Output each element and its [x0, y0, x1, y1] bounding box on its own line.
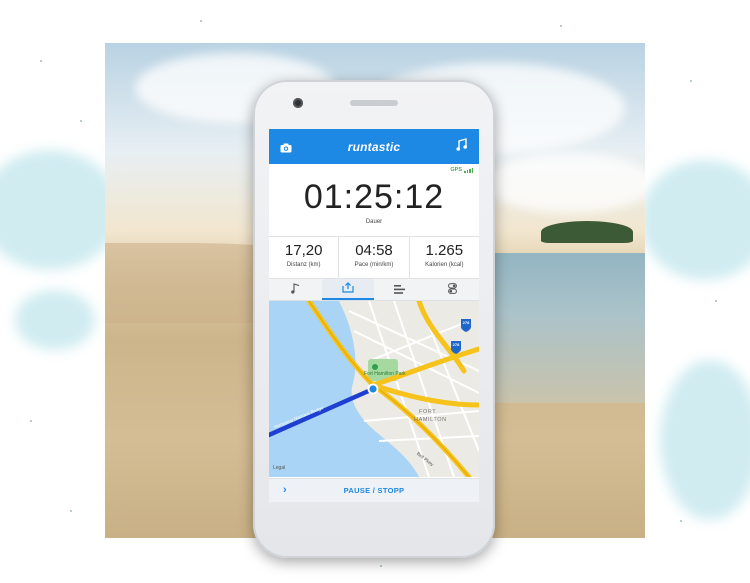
speck: [680, 520, 682, 522]
bars-list-icon: [394, 281, 406, 299]
earpiece-speaker: [350, 100, 398, 106]
park-label: Fort Hamilton Park: [364, 371, 406, 377]
toggle-settings-icon: [448, 281, 458, 299]
map-legal-link[interactable]: Legal: [273, 465, 285, 471]
cloud: [485, 153, 645, 213]
stat-value: 1.265: [425, 242, 464, 259]
watercolor-splash: [15, 290, 95, 350]
gps-label: GPS: [450, 167, 462, 173]
tab-music[interactable]: [269, 279, 322, 300]
speck: [715, 300, 717, 302]
shield-number: 278: [452, 342, 460, 347]
map-share-icon: [342, 280, 354, 298]
map-canvas: [269, 301, 479, 477]
tab-bar: [269, 279, 479, 301]
duration-value: 01:25:12: [303, 178, 445, 216]
duration-panel: 01:25:12 Dauer: [269, 164, 479, 237]
watercolor-splash: [640, 160, 750, 280]
stat-value: 04:58: [355, 242, 393, 259]
app-title: runtastic: [347, 139, 401, 154]
speck: [40, 60, 42, 62]
stat-value: 17,20: [284, 242, 323, 259]
speck: [200, 20, 202, 22]
front-camera: [293, 98, 303, 108]
music-note-icon: [290, 281, 300, 299]
tab-settings[interactable]: [427, 279, 480, 300]
camera-icon[interactable]: [280, 140, 292, 158]
signal-bars-icon: [464, 167, 473, 173]
duration-label: Dauer: [365, 219, 383, 225]
district-label: FORT: [419, 409, 437, 415]
speck: [80, 120, 82, 122]
district-label: HAMILTON: [414, 417, 447, 423]
pause-stop-button[interactable]: PAUSE / STOPP: [344, 486, 405, 495]
tab-details[interactable]: [374, 279, 427, 300]
watercolor-splash: [0, 150, 120, 270]
music-sport-icon[interactable]: [456, 138, 468, 154]
phone-device: runtastic GPS 01:25:12 Dauer 17,20 Dista…: [253, 80, 495, 558]
watercolor-splash: [660, 360, 750, 520]
route-map[interactable]: 278 278 Fort Hamilton Park FORT HAMILTON…: [269, 301, 479, 477]
app-bar: runtastic: [269, 129, 479, 164]
stat-label: Kalorien (kcal): [425, 262, 464, 268]
stat-pace: 04:58 Pace (min/km): [339, 237, 410, 278]
stat-distance: 17,20 Distanz (km): [269, 237, 340, 278]
stat-calories: 1.265 Kalorien (kcal): [410, 237, 479, 278]
speck: [380, 565, 382, 567]
speck: [690, 80, 692, 82]
app-screen: runtastic GPS 01:25:12 Dauer 17,20 Dista…: [269, 129, 479, 502]
speck: [30, 420, 32, 422]
speck: [560, 25, 562, 27]
chevron-right-icon[interactable]: ›: [283, 484, 287, 496]
pause-stop-bar[interactable]: › PAUSE / STOPP: [269, 478, 479, 502]
speck: [70, 510, 72, 512]
stat-label: Distanz (km): [286, 262, 321, 268]
shield-number: 278: [462, 320, 470, 325]
island: [541, 221, 633, 243]
stats-row: 17,20 Distanz (km) 04:58 Pace (min/km) 1…: [269, 237, 479, 279]
current-position-dot: [369, 385, 377, 393]
stat-label: Pace (min/km): [354, 262, 394, 268]
gps-indicator: GPS: [450, 167, 473, 173]
tab-map[interactable]: [321, 279, 374, 300]
